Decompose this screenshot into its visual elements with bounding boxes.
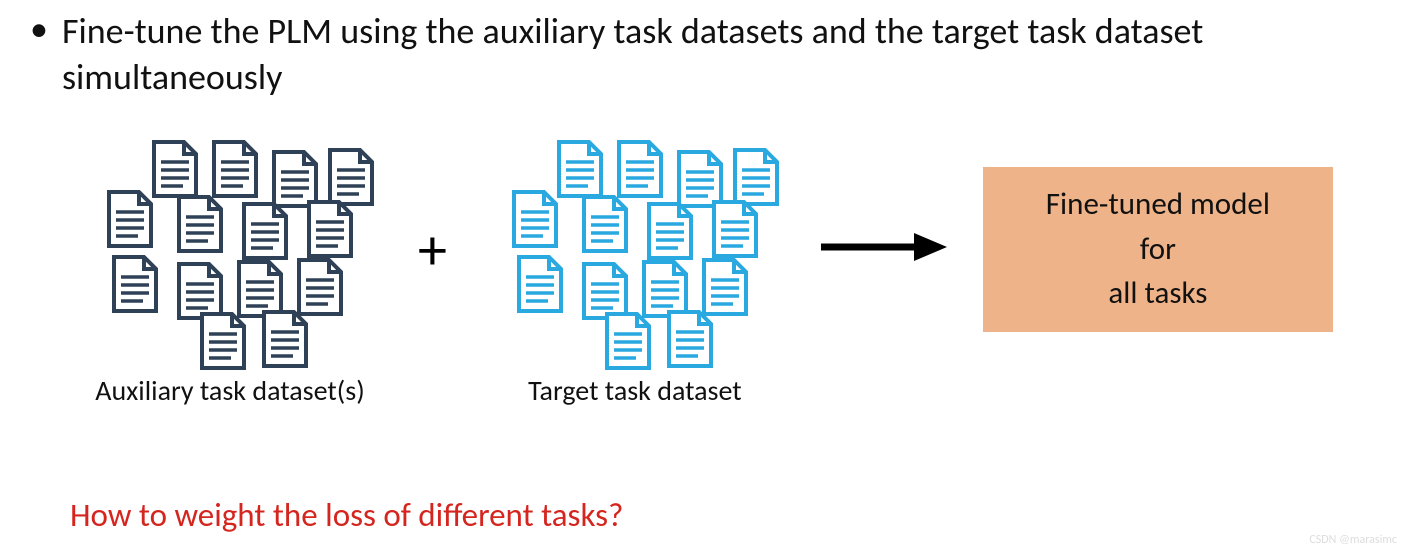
auxiliary-dataset-block: Auxiliary task dataset(s)	[80, 140, 380, 408]
watermark: CSDN @marasimc	[1309, 533, 1397, 547]
target-doc-cluster	[485, 140, 785, 365]
document-icon	[510, 190, 560, 253]
document-icon	[210, 140, 260, 203]
bullet-dot: •	[30, 8, 48, 51]
model-box-line2: for	[1140, 227, 1176, 272]
document-icon	[580, 195, 630, 258]
document-icon	[710, 200, 760, 263]
diagram-row: Auxiliary task dataset(s) +	[80, 140, 1367, 408]
model-output-box: Fine-tuned model for all tasks	[983, 167, 1333, 332]
target-caption: Target task dataset	[528, 373, 742, 408]
document-icon	[555, 140, 605, 203]
document-icon	[305, 200, 355, 263]
bullet-point: • Fine-tune the PLM using the auxiliary …	[30, 8, 1377, 100]
bullet-text: Fine-tune the PLM using the auxiliary ta…	[62, 8, 1377, 100]
document-icon	[150, 140, 200, 203]
auxiliary-caption: Auxiliary task dataset(s)	[95, 373, 364, 408]
document-icon	[515, 255, 565, 318]
document-icon	[240, 202, 290, 265]
plus-icon: +	[418, 214, 447, 285]
model-box-line3: all tasks	[1108, 271, 1207, 316]
question-text: How to weight the loss of different task…	[70, 495, 623, 535]
target-dataset-block: Target task dataset	[485, 140, 785, 408]
document-icon	[110, 255, 160, 318]
document-icon	[603, 312, 653, 375]
document-icon	[105, 190, 155, 253]
document-icon	[260, 310, 310, 373]
auxiliary-doc-cluster	[80, 140, 380, 365]
document-icon	[665, 310, 715, 373]
document-icon	[645, 202, 695, 265]
arrow-icon	[819, 227, 949, 272]
document-icon	[615, 140, 665, 203]
model-box-line1: Fine-tuned model	[1046, 182, 1270, 227]
document-icon	[198, 312, 248, 375]
document-icon	[175, 195, 225, 258]
